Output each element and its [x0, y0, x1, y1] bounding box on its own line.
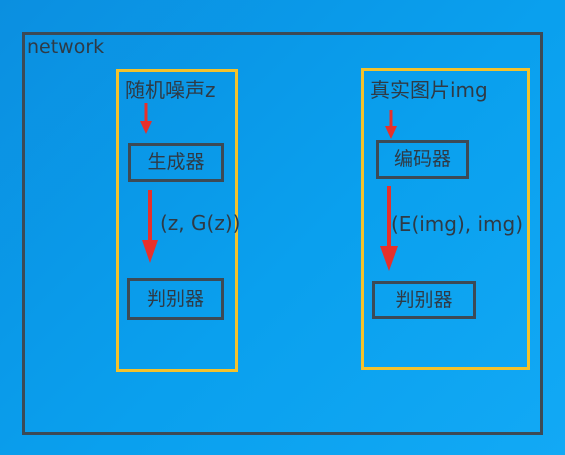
noise-input-label: 随机噪声z — [125, 78, 216, 102]
generator-to-discriminator-arrow — [142, 190, 158, 263]
network-label: network — [27, 36, 105, 58]
generator-node: 生成器 — [128, 143, 224, 182]
discriminator-node-right: 判别器 — [372, 281, 476, 319]
generator-edge-label: (z, G(z)) — [160, 211, 241, 235]
image-to-encoder-arrow — [385, 110, 397, 139]
encoder-node: 编码器 — [376, 140, 469, 179]
real-image-input-label: 真实图片img — [370, 78, 488, 102]
discriminator-node-left: 判别器 — [127, 278, 224, 320]
noise-to-generator-arrow — [140, 103, 152, 134]
encoder-edge-label: (E(img), img) — [391, 212, 524, 236]
